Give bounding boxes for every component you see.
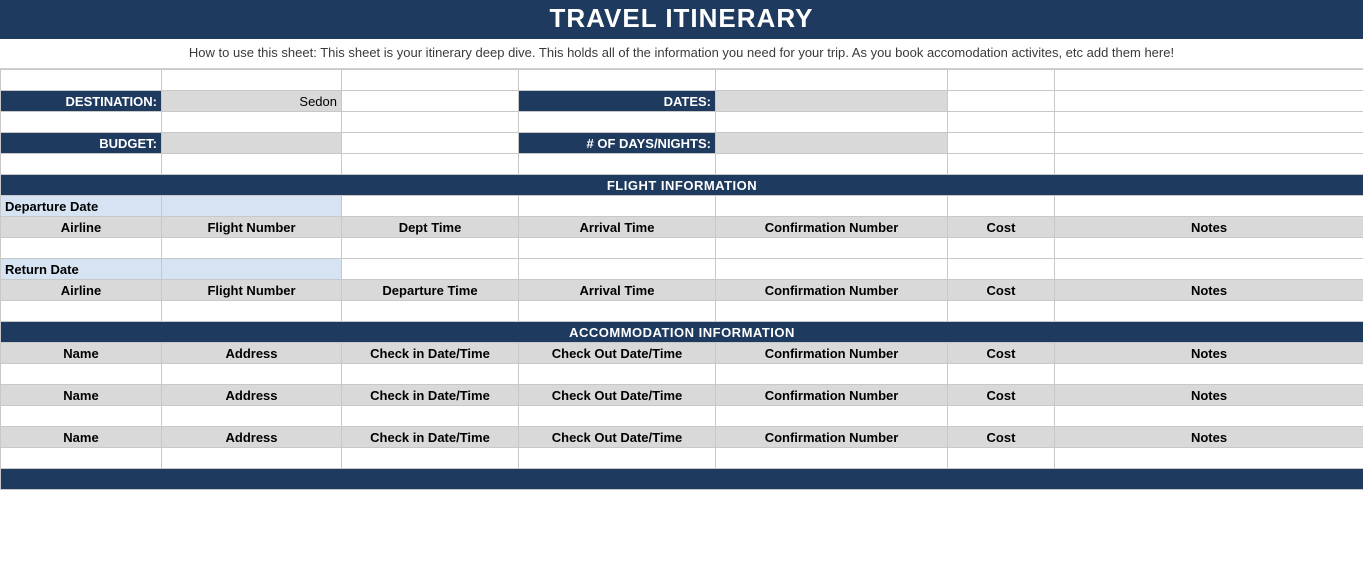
accom3-confirmation-input[interactable]	[716, 448, 948, 469]
accom1-address-input[interactable]	[162, 364, 342, 385]
col-cost: Cost	[948, 217, 1055, 238]
col-address: Address	[162, 427, 342, 448]
col-arrival-time: Arrival Time	[519, 280, 716, 301]
ret-confirmation-input[interactable]	[716, 301, 948, 322]
col-notes: Notes	[1055, 343, 1363, 364]
accom3-address-input[interactable]	[162, 448, 342, 469]
col-address: Address	[162, 343, 342, 364]
col-flight-number: Flight Number	[162, 280, 342, 301]
col-confirmation: Confirmation Number	[716, 343, 948, 364]
col-name: Name	[1, 385, 162, 406]
accom3-checkin-input[interactable]	[342, 448, 519, 469]
ret-notes-input[interactable]	[1055, 301, 1363, 322]
accom2-address-input[interactable]	[162, 406, 342, 427]
destination-label: DESTINATION:	[1, 91, 162, 112]
flight-section-header: FLIGHT INFORMATION	[1, 175, 1363, 196]
blank-cell[interactable]	[948, 91, 1055, 112]
dep-confirmation-input[interactable]	[716, 238, 948, 259]
col-checkin: Check in Date/Time	[342, 385, 519, 406]
dates-label: DATES:	[519, 91, 716, 112]
col-notes: Notes	[1055, 217, 1363, 238]
dep-flightno-input[interactable]	[162, 238, 342, 259]
blank-cell[interactable]	[1055, 133, 1363, 154]
blank-cell[interactable]	[948, 133, 1055, 154]
accom1-cost-input[interactable]	[948, 364, 1055, 385]
dep-airline-input[interactable]	[1, 238, 162, 259]
col-confirmation: Confirmation Number	[716, 217, 948, 238]
dep-depttime-input[interactable]	[342, 238, 519, 259]
col-dept-time: Dept Time	[342, 217, 519, 238]
accom3-name-input[interactable]	[1, 448, 162, 469]
accom3-checkout-input[interactable]	[519, 448, 716, 469]
col-checkout: Check Out Date/Time	[519, 343, 716, 364]
col-confirmation: Confirmation Number	[716, 280, 948, 301]
col-address: Address	[162, 385, 342, 406]
accom2-cost-input[interactable]	[948, 406, 1055, 427]
accom2-checkout-input[interactable]	[519, 406, 716, 427]
col-name: Name	[1, 343, 162, 364]
col-checkin: Check in Date/Time	[342, 427, 519, 448]
accom3-notes-input[interactable]	[1055, 448, 1363, 469]
col-confirmation: Confirmation Number	[716, 427, 948, 448]
departure-date-input[interactable]	[162, 196, 342, 217]
ret-arrival-input[interactable]	[519, 301, 716, 322]
budget-label: BUDGET:	[1, 133, 162, 154]
dep-notes-input[interactable]	[1055, 238, 1363, 259]
col-cost: Cost	[948, 427, 1055, 448]
accom2-checkin-input[interactable]	[342, 406, 519, 427]
instructions-text: How to use this sheet: This sheet is you…	[0, 39, 1363, 69]
accom3-cost-input[interactable]	[948, 448, 1055, 469]
dep-arrival-input[interactable]	[519, 238, 716, 259]
col-name: Name	[1, 427, 162, 448]
accom2-confirmation-input[interactable]	[716, 406, 948, 427]
accom1-confirmation-input[interactable]	[716, 364, 948, 385]
ret-depttime-input[interactable]	[342, 301, 519, 322]
col-checkin: Check in Date/Time	[342, 343, 519, 364]
col-arrival-time: Arrival Time	[519, 217, 716, 238]
itinerary-table: DESTINATION: Sedon DATES: BUDGET: # OF D…	[0, 69, 1363, 490]
col-dept-time: Departure Time	[342, 280, 519, 301]
col-cost: Cost	[948, 385, 1055, 406]
accom1-checkin-input[interactable]	[342, 364, 519, 385]
accom1-checkout-input[interactable]	[519, 364, 716, 385]
blank-cell[interactable]	[1055, 91, 1363, 112]
col-cost: Cost	[948, 280, 1055, 301]
page-title: TRAVEL ITINERARY	[0, 0, 1363, 39]
return-date-label: Return Date	[1, 259, 162, 280]
ret-airline-input[interactable]	[1, 301, 162, 322]
dates-input[interactable]	[716, 91, 948, 112]
dep-cost-input[interactable]	[948, 238, 1055, 259]
col-notes: Notes	[1055, 280, 1363, 301]
col-flight-number: Flight Number	[162, 217, 342, 238]
ret-flightno-input[interactable]	[162, 301, 342, 322]
accom2-notes-input[interactable]	[1055, 406, 1363, 427]
destination-input[interactable]: Sedon	[162, 91, 342, 112]
departure-date-label: Departure Date	[1, 196, 162, 217]
blank-cell[interactable]	[342, 91, 519, 112]
col-checkout: Check Out Date/Time	[519, 385, 716, 406]
accom2-name-input[interactable]	[1, 406, 162, 427]
col-airline: Airline	[1, 217, 162, 238]
days-input[interactable]	[716, 133, 948, 154]
blank-cell[interactable]	[342, 133, 519, 154]
days-label: # OF DAYS/NIGHTS:	[519, 133, 716, 154]
col-notes: Notes	[1055, 427, 1363, 448]
bottom-bar	[1, 469, 1363, 490]
col-airline: Airline	[1, 280, 162, 301]
ret-cost-input[interactable]	[948, 301, 1055, 322]
accom1-notes-input[interactable]	[1055, 364, 1363, 385]
return-date-input[interactable]	[162, 259, 342, 280]
budget-input[interactable]	[162, 133, 342, 154]
col-cost: Cost	[948, 343, 1055, 364]
accommodation-section-header: ACCOMMODATION INFORMATION	[1, 322, 1363, 343]
col-notes: Notes	[1055, 385, 1363, 406]
accom1-name-input[interactable]	[1, 364, 162, 385]
col-confirmation: Confirmation Number	[716, 385, 948, 406]
col-checkout: Check Out Date/Time	[519, 427, 716, 448]
